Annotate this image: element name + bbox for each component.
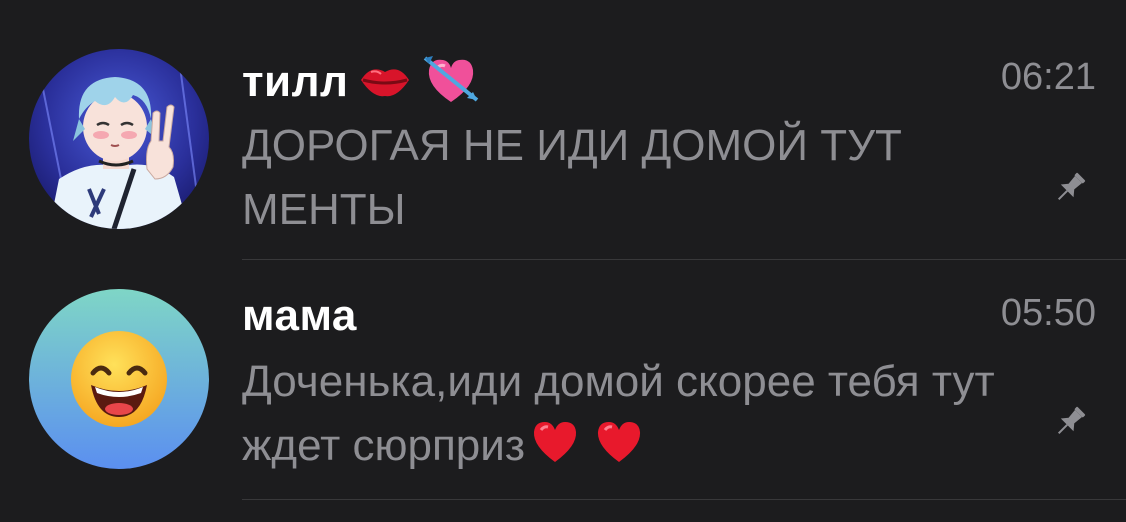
chat-name: мама [242, 291, 357, 340]
chat-preview: ДОРОГАЯ НЕ ИДИ ДОМОЙ ТУТ МЕНТЫ [242, 121, 902, 234]
pin-icon [1050, 402, 1090, 442]
avatar[interactable] [29, 289, 209, 469]
grinning-emoji-avatar-icon [29, 289, 209, 469]
lips-icon [357, 58, 413, 107]
avatar[interactable] [29, 49, 209, 229]
name-line: тилл [242, 52, 481, 112]
name-line: мама [242, 286, 357, 346]
chat-list: тилл 06:21 ДОРОГАЯ НЕ ИДИ ДОМОЙ ТУТ МЕНТ… [0, 0, 1126, 522]
red-heart-icon [593, 418, 645, 484]
chat-preview: Доченька,иди домой скорее тебя тут ждет … [242, 350, 1002, 484]
red-heart-icon [529, 418, 581, 484]
chat-name: тилл [242, 57, 349, 106]
chat-time: 05:50 [1000, 292, 1096, 334]
divider [242, 259, 1126, 260]
chat-row-till[interactable]: тилл 06:21 ДОРОГАЯ НЕ ИДИ ДОМОЙ ТУТ МЕНТ… [0, 18, 1126, 258]
divider [242, 499, 1126, 500]
pin-icon [1050, 168, 1090, 208]
anime-character-avatar-icon [29, 49, 209, 229]
heart-with-arrow-icon [421, 52, 481, 113]
chat-time: 06:21 [1000, 56, 1096, 98]
chat-row-mama[interactable]: мама 05:50 Доченька,иди домой скорее теб… [0, 262, 1126, 502]
